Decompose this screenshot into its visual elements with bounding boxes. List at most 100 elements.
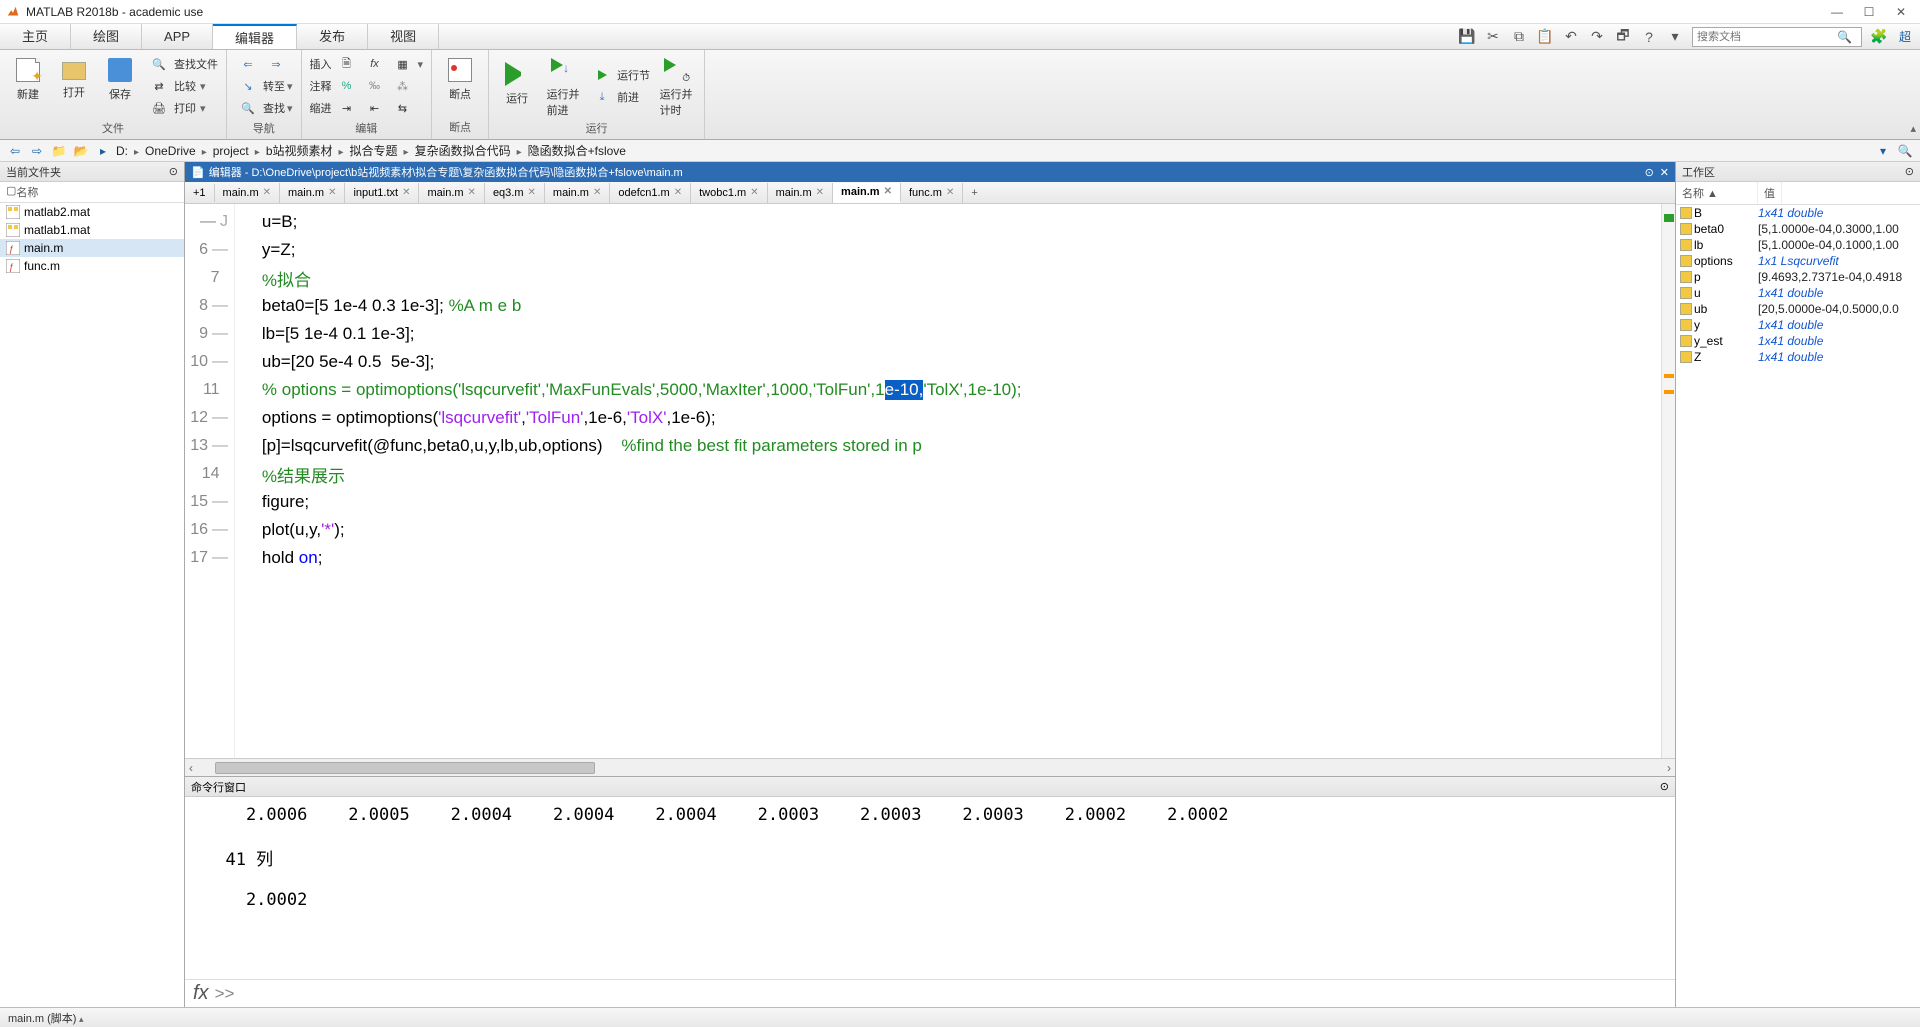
copy-icon[interactable]: ⧉ [1510,28,1528,46]
ribbon-collapse-icon[interactable]: ▴ [1910,122,1916,135]
close-button[interactable]: ✕ [1894,5,1908,19]
tab-close-icon[interactable]: ✕ [816,187,824,198]
parent-folder-icon[interactable]: 📂 [72,142,90,160]
file-item[interactable]: ƒfunc.m [0,257,184,275]
editor-tab[interactable]: odefcn1.m✕ [610,183,691,203]
browse-icon[interactable]: ▸ [94,142,112,160]
crumb-5[interactable]: 复杂函数拟合代码 [415,142,511,159]
line-gutter[interactable]: —J6—7 8—9—10—11 12—13—14 15—16—17— [185,204,235,758]
addons-icon[interactable]: 🧩 [1870,28,1888,46]
maximize-button[interactable]: ☐ [1862,5,1876,19]
file-item[interactable]: matlab2.mat [0,203,184,221]
indent-row[interactable]: 缩进⇥⇤⇆ [310,98,424,118]
workspace-var[interactable]: y_est1x41 double [1676,333,1920,349]
crumb-1[interactable]: OneDrive [145,144,196,158]
workspace-var[interactable]: lb[5,1.0000e-04,0.1000,1.00 [1676,237,1920,253]
crumb-6[interactable]: 隐函数拟合+fslove [528,142,626,159]
tab-close-icon[interactable]: ✕ [468,187,476,198]
editor-tab[interactable]: func.m✕ [901,183,963,203]
tab-close-icon[interactable]: ✕ [674,187,682,198]
tab-close-icon[interactable]: ✕ [946,187,954,198]
save-button[interactable]: 保存 [100,54,140,118]
menutab-2[interactable]: APP [142,24,213,49]
status-left[interactable]: main.m (脚本) [8,1010,83,1026]
file-item[interactable]: ƒmain.m [0,239,184,257]
print-button[interactable]: 🖨打印▾ [146,98,218,118]
save-icon[interactable]: 💾 [1458,28,1476,46]
scrollbar-thumb[interactable] [215,762,595,774]
goto-dropdown[interactable]: ↘转至▾ [235,76,293,96]
find-button[interactable]: 🔍查找▾ [235,98,293,118]
tab-close-icon[interactable]: ✕ [328,187,336,198]
code-marker-bar[interactable] [1661,204,1675,758]
editor-tab[interactable]: twobc1.m✕ [691,183,767,203]
tab-close-icon[interactable]: ✕ [884,186,892,197]
up-folder-icon[interactable]: 📁 [50,142,68,160]
file-item[interactable]: matlab1.mat [0,221,184,239]
run-section-button[interactable]: 运行节 [589,65,650,85]
doc-search[interactable]: 🔍 [1692,27,1862,47]
back-icon[interactable]: ⇦ [6,142,24,160]
minimize-button[interactable]: — [1830,5,1844,19]
workspace-headers[interactable]: 名称 ▲ 值 [1676,182,1920,205]
code-area[interactable]: —J6—7 8—9—10—11 12—13—14 15—16—17— u=B; … [185,204,1675,758]
tab-close-icon[interactable]: ✕ [402,187,410,198]
goto-button[interactable]: ⇐⇒ [235,54,293,74]
command-output[interactable]: 2.0006 2.0005 2.0004 2.0004 2.0004 2.000… [185,797,1675,979]
menutab-3[interactable]: 编辑器 [213,24,297,49]
editor-hscroll[interactable]: ‹ › [185,758,1675,776]
comment-row[interactable]: 注释%‰⁂ [310,76,424,96]
breakpoints-button[interactable]: 断点 [440,54,480,117]
workspace-var[interactable]: y1x41 double [1676,317,1920,333]
search-icon[interactable]: 🔍 [1837,30,1852,44]
crumb-4[interactable]: 拟合专题 [350,142,398,159]
editor-close-icon[interactable]: ✕ [1660,166,1669,179]
search-path-icon[interactable]: 🔍 [1896,142,1914,160]
workspace-var[interactable]: B1x41 double [1676,205,1920,221]
compare-button[interactable]: ⇄比较▾ [146,76,218,96]
tab-close-icon[interactable]: ✕ [263,187,271,198]
doc-search-input[interactable] [1697,31,1837,43]
editor-tab[interactable]: input1.txt✕ [345,183,419,203]
undo-icon[interactable]: ↶ [1562,28,1580,46]
workspace-var[interactable]: options1x1 Lsqcurvefit [1676,253,1920,269]
login-label[interactable]: 超 [1896,28,1914,46]
editor-tab-first[interactable]: +1 [185,184,215,202]
path-dropdown-icon[interactable]: ▾ [1874,142,1892,160]
workspace-var[interactable]: Z1x41 double [1676,349,1920,365]
cmd-menu-icon[interactable]: ⊙ [1660,780,1669,793]
open-button[interactable]: 打开 [54,54,94,118]
redo-icon[interactable]: ↷ [1588,28,1606,46]
panel-menu-icon[interactable]: ⊙ [169,165,178,178]
new-tab-button[interactable]: + [963,187,985,199]
workspace-var[interactable]: beta0[5,1.0000e-04,0.3000,1.00 [1676,221,1920,237]
editor-tab[interactable]: main.m✕ [215,183,280,203]
help-icon[interactable]: ? [1640,28,1658,46]
tab-close-icon[interactable]: ✕ [593,187,601,198]
breadcrumb[interactable]: D:OneDriveprojectb站视频素材拟合专题复杂函数拟合代码隐函数拟合… [116,142,1870,159]
editor-tab[interactable]: main.m✕ [833,183,901,203]
tab-close-icon[interactable]: ✕ [528,187,536,198]
new-button[interactable]: ✦新建 [8,54,48,118]
workspace-var[interactable]: p[9.4693,2.7371e-04,0.4918 [1676,269,1920,285]
file-header[interactable]: ▢ 名称 [0,182,184,203]
dropdown-icon[interactable]: ▾ [1666,28,1684,46]
menutab-4[interactable]: 发布 [297,24,368,49]
find-files-button[interactable]: 🔍查找文件 [146,54,218,74]
switch-windows-icon[interactable]: 🗗 [1614,28,1632,46]
crumb-2[interactable]: project [213,144,249,158]
code-text[interactable]: u=B; y=Z; %拟合 beta0=[5 1e-4 0.3 1e-3]; %… [235,204,1675,758]
editor-restore-icon[interactable]: ⊙ [1645,166,1654,179]
forward-icon[interactable]: ⇨ [28,142,46,160]
insert-row[interactable]: 插入🗎fx▦▾ [310,54,424,74]
menutab-0[interactable]: 主页 [0,24,71,49]
run-button[interactable]: 运行 [497,54,537,118]
crumb-3[interactable]: b站视频素材 [266,142,333,159]
editor-tab[interactable]: main.m✕ [768,183,833,203]
editor-tab[interactable]: main.m✕ [419,183,484,203]
run-advance-button[interactable]: ↓运行并 前进 [543,54,583,118]
workspace-var[interactable]: u1x41 double [1676,285,1920,301]
editor-tab[interactable]: main.m✕ [280,183,345,203]
menutab-5[interactable]: 视图 [368,24,439,49]
command-prompt[interactable]: fx>> [185,979,1675,1007]
